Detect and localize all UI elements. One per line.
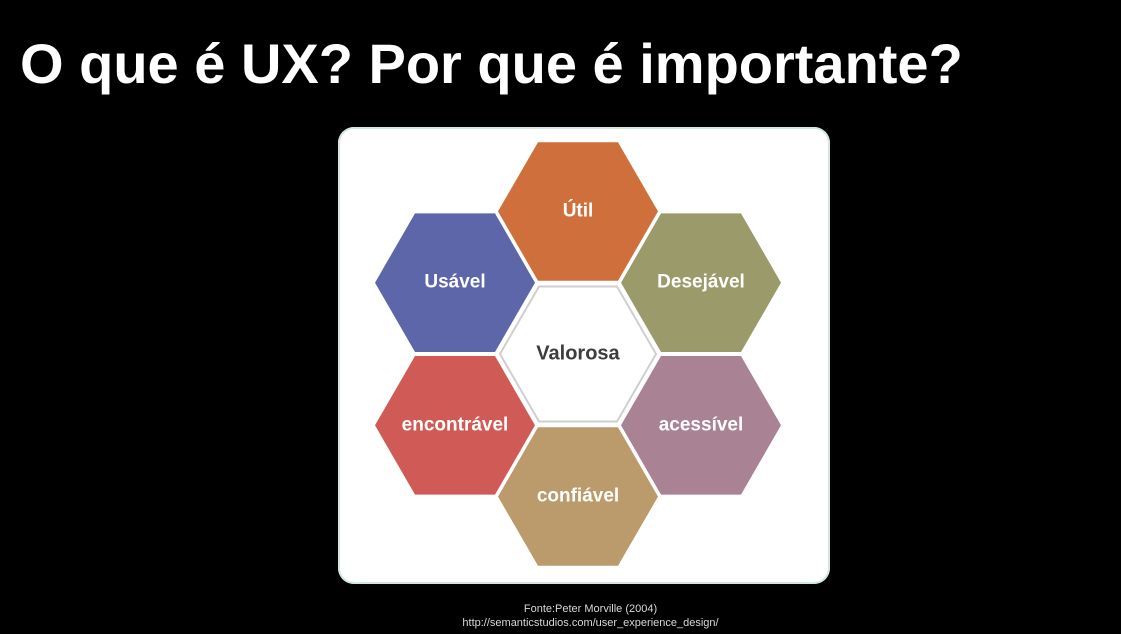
- source-url: http://semanticstudios.com/user_experien…: [462, 617, 719, 629]
- slide-title: O que é UX? Por que é importante?: [20, 32, 963, 95]
- hexagon-encontravel-label: encontrável: [402, 414, 509, 435]
- source-caption: Fonte:Peter Morville (2004): [523, 603, 658, 615]
- hexagon-util: Útil: [498, 142, 658, 281]
- hexagon-util-label: Útil: [563, 199, 594, 221]
- honeycomb-diagram: Útil Desejável acessível confiável encon…: [375, 142, 781, 566]
- hexagon-encontravel: encontrável: [375, 356, 535, 495]
- hexagon-acessivel-label: acessível: [659, 414, 744, 435]
- hexagon-desejavel-label: Desejável: [657, 272, 745, 293]
- hexagon-usavel-label: Usável: [424, 272, 485, 293]
- honeycomb-diagram-card: Útil Desejável acessível confiável encon…: [338, 127, 830, 584]
- hexagon-confiavel: confiável: [498, 427, 658, 566]
- hexagon-center-label: Valorosa: [536, 342, 620, 364]
- hexagon-confiavel-label: confiável: [537, 486, 619, 507]
- hexagon-usavel: Usável: [375, 213, 535, 352]
- hexagon-desejavel: Desejável: [621, 213, 781, 352]
- hexagon-acessivel: acessível: [621, 356, 781, 495]
